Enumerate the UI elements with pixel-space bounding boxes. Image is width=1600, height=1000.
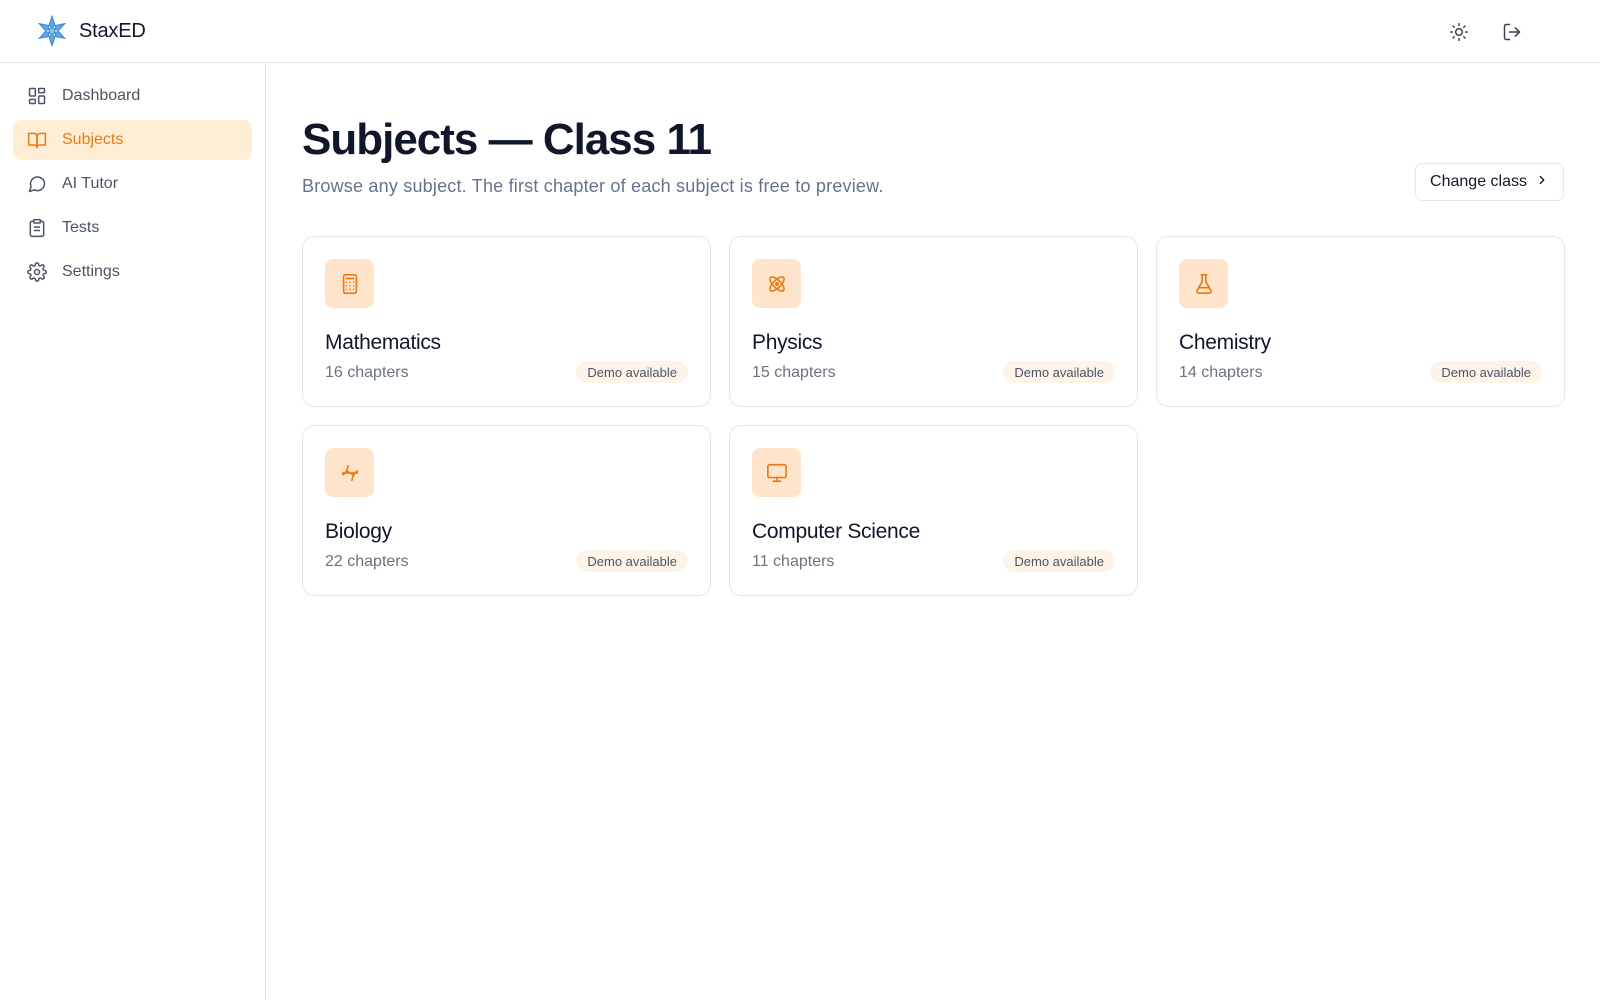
subject-name: Mathematics xyxy=(325,331,441,354)
sidebar-item-settings[interactable]: Settings xyxy=(13,252,252,292)
change-class-button[interactable]: Change class xyxy=(1415,163,1564,201)
app-name: StaxED xyxy=(79,19,146,42)
subject-name: Physics xyxy=(752,331,823,354)
main-content: Subjects — Class 11 Browse any subject. … xyxy=(267,63,1600,1000)
sidebar-item-ai-tutor[interactable]: AI Tutor xyxy=(13,164,252,204)
chevron-right-icon xyxy=(1535,173,1549,192)
subject-card-mathematics[interactable]: Mathematics 16 chapters Demo available xyxy=(302,236,711,407)
subject-card-biology[interactable]: Biology 22 chapters Demo available xyxy=(302,425,711,596)
atom-icon xyxy=(752,259,801,308)
monitor-icon xyxy=(752,448,801,497)
sidebar-item-label: Dashboard xyxy=(62,87,141,104)
sidebar-item-dashboard[interactable]: Dashboard xyxy=(13,76,252,116)
flask-icon xyxy=(1179,259,1228,308)
sidebar: Dashboard Subjects AI Tutor Tests Settin… xyxy=(0,63,266,1000)
theme-toggle-button[interactable] xyxy=(1443,16,1475,48)
logout-icon xyxy=(1502,22,1522,42)
demo-badge: Demo available xyxy=(1003,361,1115,383)
brand[interactable]: StaxED xyxy=(35,14,146,48)
top-bar: StaxED xyxy=(0,0,1600,63)
logout-button[interactable] xyxy=(1496,16,1528,48)
chapter-count: 11 chapters xyxy=(752,553,835,570)
sidebar-item-label: AI Tutor xyxy=(62,175,119,192)
book-icon xyxy=(26,129,48,151)
gear-icon xyxy=(26,261,48,283)
subject-name: Chemistry xyxy=(1179,331,1271,354)
snowflake-logo-icon xyxy=(35,14,69,48)
chapter-count: 16 chapters xyxy=(325,364,409,381)
sidebar-item-subjects[interactable]: Subjects xyxy=(13,120,252,160)
demo-badge: Demo available xyxy=(576,550,688,572)
subject-card-physics[interactable]: Physics 15 chapters Demo available xyxy=(729,236,1138,407)
page-subtitle: Browse any subject. The first chapter of… xyxy=(302,176,884,196)
sidebar-item-label: Subjects xyxy=(62,131,124,148)
demo-badge: Demo available xyxy=(576,361,688,383)
chapter-count: 14 chapters xyxy=(1179,364,1263,381)
demo-badge: Demo available xyxy=(1430,361,1542,383)
page-title: Subjects — Class 11 xyxy=(302,115,712,164)
subject-card-chemistry[interactable]: Chemistry 14 chapters Demo available xyxy=(1156,236,1565,407)
chapter-count: 15 chapters xyxy=(752,364,836,381)
subject-name: Biology xyxy=(325,520,392,543)
sidebar-item-label: Settings xyxy=(62,263,120,280)
subject-card-computer-science[interactable]: Computer Science 11 chapters Demo availa… xyxy=(729,425,1138,596)
sidebar-item-label: Tests xyxy=(62,219,100,236)
subject-name: Computer Science xyxy=(752,520,920,543)
chat-icon xyxy=(26,173,48,195)
subjects-grid: Mathematics 16 chapters Demo available P… xyxy=(302,236,1565,596)
change-class-label: Change class xyxy=(1430,173,1527,190)
clipboard-icon xyxy=(26,217,48,239)
chapter-count: 22 chapters xyxy=(325,553,409,570)
calculator-icon xyxy=(325,259,374,308)
dna-icon xyxy=(325,448,374,497)
dashboard-icon xyxy=(26,85,48,107)
demo-badge: Demo available xyxy=(1003,550,1115,572)
sun-icon xyxy=(1449,22,1469,42)
sidebar-item-tests[interactable]: Tests xyxy=(13,208,252,248)
